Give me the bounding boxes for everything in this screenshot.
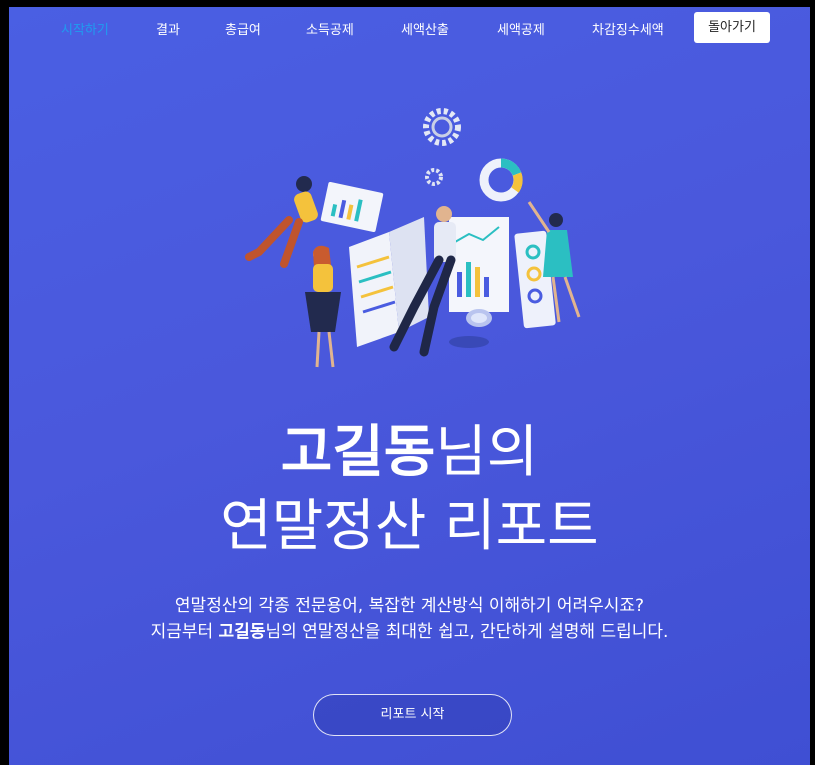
desc-suffix: 님의 연말정산을 최대한 쉽고, 간단하게 설명해 드립니다.	[265, 622, 669, 642]
gear-icon	[423, 108, 461, 146]
page: 시작하기 결과 총급여 소득공제 세액산출 세액공제 차감징수세액 돌아가기 고…	[9, 7, 810, 765]
gear-icon	[425, 168, 443, 186]
title-suffix: 님의	[435, 420, 539, 485]
nav-item-net-withholding[interactable]: 차감징수세액	[592, 19, 664, 38]
nav-item-tax-calculation[interactable]: 세액산출	[401, 19, 449, 38]
nav-item-tax-credit[interactable]: 세액공제	[497, 19, 545, 38]
nav-item-gross-salary[interactable]: 총급여	[225, 19, 261, 38]
nav-item-start[interactable]: 시작하기	[61, 19, 109, 38]
report-start-button[interactable]: 리포트 시작	[313, 694, 512, 736]
description-line1: 연말정산의 각종 전문용어, 복잡한 계산방식 이해하기 어려우시죠?	[174, 596, 645, 616]
back-button[interactable]: 돌아가기	[694, 12, 770, 43]
page-title-line2: 연말정산 리포트	[220, 494, 599, 559]
hero-illustration	[245, 108, 581, 368]
desc-prefix: 지금부터	[150, 622, 219, 642]
top-nav: 시작하기 결과 총급여 소득공제 세액산출 세액공제 차감징수세액 돌아가기	[9, 7, 810, 51]
nav-item-result[interactable]: 결과	[156, 19, 180, 38]
nav-item-income-deduction[interactable]: 소득공제	[306, 19, 354, 38]
page-title-line1: 고길동님의	[9, 419, 810, 487]
bar-chart-icon	[320, 181, 384, 233]
person-figure	[305, 245, 341, 368]
desc-user-name: 고길동	[218, 622, 266, 642]
donut-chart-icon	[479, 158, 523, 202]
user-name: 고길동	[280, 420, 436, 485]
magnifier-icon	[466, 309, 492, 327]
person-figure	[245, 176, 318, 268]
description-line2: 지금부터 고길동님의 연말정산을 최대한 쉽고, 간단하게 설명해 드립니다.	[9, 619, 810, 645]
